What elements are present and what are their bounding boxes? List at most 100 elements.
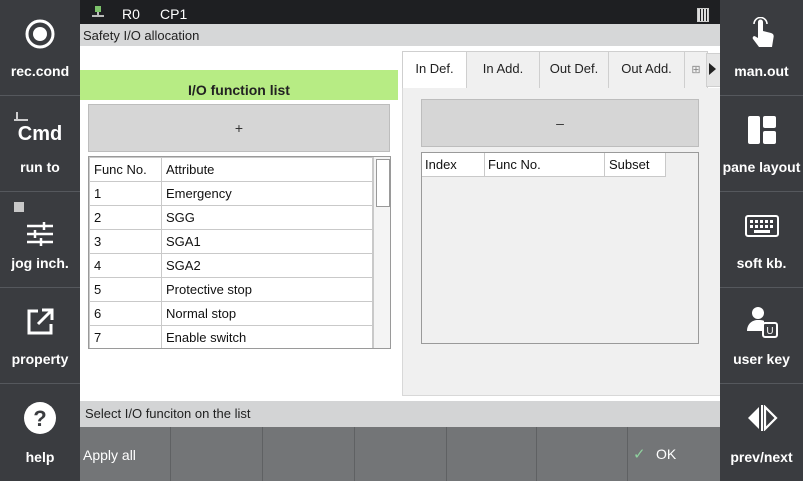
cmd-text: Cmd bbox=[17, 122, 63, 145]
cell-attribute: Normal stop bbox=[161, 301, 373, 326]
tab-in-add[interactable]: In Add. bbox=[466, 51, 540, 89]
pane-layout-label: pane layout bbox=[722, 159, 801, 175]
checkbox-icon bbox=[14, 202, 24, 212]
battery-icon bbox=[697, 8, 709, 22]
bottom-button-bar: Apply all ✓ OK bbox=[80, 427, 720, 481]
table-row[interactable]: 7 Enable switch bbox=[89, 325, 373, 348]
soft-kb-button[interactable]: soft kb. bbox=[720, 192, 803, 288]
run-to-button[interactable]: Cmd run to bbox=[0, 96, 80, 192]
layout-icon bbox=[720, 114, 803, 146]
tab-panel-in-def: – Index Func No. Subset bbox=[402, 88, 721, 396]
rec-cond-button[interactable]: rec.cond bbox=[0, 0, 80, 96]
prev-next-icon bbox=[720, 402, 803, 434]
cell-attribute: SGG bbox=[161, 205, 373, 230]
hand-pointer-icon bbox=[720, 17, 803, 50]
man-out-label: man.out bbox=[734, 63, 789, 79]
cell-func-no: 2 bbox=[89, 205, 162, 230]
man-out-button[interactable]: man.out bbox=[720, 0, 803, 96]
ok-button[interactable]: ✓ OK bbox=[628, 427, 720, 481]
scrollbar[interactable] bbox=[373, 157, 390, 348]
table-header-row: Func No. Attribute bbox=[89, 157, 373, 182]
prev-next-button[interactable]: prev/next bbox=[720, 384, 803, 481]
run-to-label: run to bbox=[20, 159, 60, 175]
prev-next-label: prev/next bbox=[730, 449, 793, 465]
status-bar: Select I/O funciton on the list bbox=[80, 401, 720, 427]
table-row[interactable]: 3 SGA1 bbox=[89, 229, 373, 254]
function-key-5[interactable] bbox=[447, 427, 537, 481]
jog-inch-button[interactable]: jog inch. bbox=[0, 192, 80, 288]
function-list-table: Func No. Attribute 1 Emergency 2 SGG 3 SGA1… bbox=[88, 156, 391, 349]
column-header-subset: Subset bbox=[606, 153, 666, 176]
cell-func-no: 5 bbox=[89, 277, 162, 302]
function-key-6[interactable] bbox=[537, 427, 628, 481]
external-link-icon bbox=[0, 306, 80, 338]
allocation-table: Index Func No. Subset bbox=[421, 152, 699, 344]
cell-attribute: SGA1 bbox=[161, 229, 373, 254]
window-title-bar: Safety I/O allocation bbox=[80, 24, 720, 46]
cmd-icon: Cmd bbox=[0, 110, 80, 145]
column-header-func-no: Func No. bbox=[485, 153, 605, 176]
top-status-bar: R0 CP1 bbox=[80, 0, 720, 24]
cell-func-no: 1 bbox=[89, 181, 162, 206]
cell-func-no: 7 bbox=[89, 325, 162, 348]
table-row[interactable]: 1 Emergency bbox=[89, 181, 373, 206]
jog-inch-label: jog inch. bbox=[11, 255, 69, 271]
check-icon: ✓ bbox=[633, 446, 646, 463]
function-key-3[interactable] bbox=[263, 427, 355, 481]
help-circle-icon: ? bbox=[0, 402, 80, 434]
user-key-label: user key bbox=[733, 351, 790, 367]
window-title: Safety I/O allocation bbox=[83, 28, 200, 43]
apply-all-button[interactable]: Apply all bbox=[80, 427, 171, 481]
table-row[interactable]: 6 Normal stop bbox=[89, 301, 373, 326]
function-key-4[interactable] bbox=[355, 427, 447, 481]
add-label: + bbox=[234, 120, 244, 136]
scrollbar-thumb[interactable] bbox=[376, 159, 390, 207]
function-key-2[interactable] bbox=[171, 427, 263, 481]
status-message: Select I/O funciton on the list bbox=[85, 406, 251, 421]
apply-all-label: Apply all bbox=[83, 447, 136, 463]
cell-func-no: 6 bbox=[89, 301, 162, 326]
tab-scroll-right-button[interactable] bbox=[706, 53, 721, 87]
main-content: I/O function list + Func No. Attribute 1… bbox=[80, 46, 721, 401]
cell-attribute: Protective stop bbox=[161, 277, 373, 302]
help-button[interactable]: ? help bbox=[0, 384, 80, 481]
cell-func-no: 4 bbox=[89, 253, 162, 278]
program-indicator: CP1 bbox=[160, 6, 188, 22]
network-icon bbox=[92, 6, 104, 18]
add-button[interactable]: + bbox=[88, 104, 390, 152]
tab-bar: In Def. In Add. Out Def. Out Add. ⊞ bbox=[402, 51, 721, 89]
cell-attribute: SGA2 bbox=[161, 253, 373, 278]
table-row[interactable]: 2 SGG bbox=[89, 205, 373, 230]
column-header-func-no: Func No. bbox=[89, 157, 162, 182]
sliders-icon bbox=[0, 218, 80, 250]
tab-scroll-right-icon bbox=[709, 63, 716, 75]
cell-attribute: Emergency bbox=[161, 181, 373, 206]
column-header-index: Index bbox=[422, 153, 485, 176]
remove-label: – bbox=[556, 115, 564, 131]
column-header-attribute: Attribute bbox=[161, 157, 373, 182]
help-label: help bbox=[25, 449, 55, 465]
allocation-table-header: Index Func No. Subset bbox=[422, 153, 666, 177]
pane-layout-button[interactable]: pane layout bbox=[720, 96, 803, 192]
table-row[interactable]: 5 Protective stop bbox=[89, 277, 373, 302]
user-key-button[interactable]: U user key bbox=[720, 288, 803, 384]
remove-button[interactable]: – bbox=[421, 99, 699, 147]
user-key-icon: U bbox=[720, 306, 803, 338]
ok-label: OK bbox=[656, 446, 677, 462]
table-row[interactable]: 4 SGA2 bbox=[89, 253, 373, 278]
keyboard-icon bbox=[720, 210, 803, 242]
tab-in-def[interactable]: In Def. bbox=[402, 51, 467, 89]
tab-overflow[interactable]: ⊞ bbox=[684, 51, 708, 89]
tab-out-add[interactable]: Out Add. bbox=[608, 51, 685, 89]
cell-attribute: Enable switch bbox=[161, 325, 373, 348]
record-circle-icon bbox=[0, 18, 80, 50]
right-sidebar: man.out pane layout soft kb. U user key … bbox=[720, 0, 803, 481]
property-label: property bbox=[11, 351, 69, 367]
function-list-header: I/O function list bbox=[80, 70, 398, 100]
tab-overflow-icon: ⊞ bbox=[691, 64, 701, 76]
svg-text:?: ? bbox=[33, 406, 46, 431]
property-button[interactable]: property bbox=[0, 288, 80, 384]
tab-out-def[interactable]: Out Def. bbox=[539, 51, 609, 89]
svg-text:U: U bbox=[766, 326, 773, 337]
robot-indicator: R0 bbox=[122, 6, 140, 22]
